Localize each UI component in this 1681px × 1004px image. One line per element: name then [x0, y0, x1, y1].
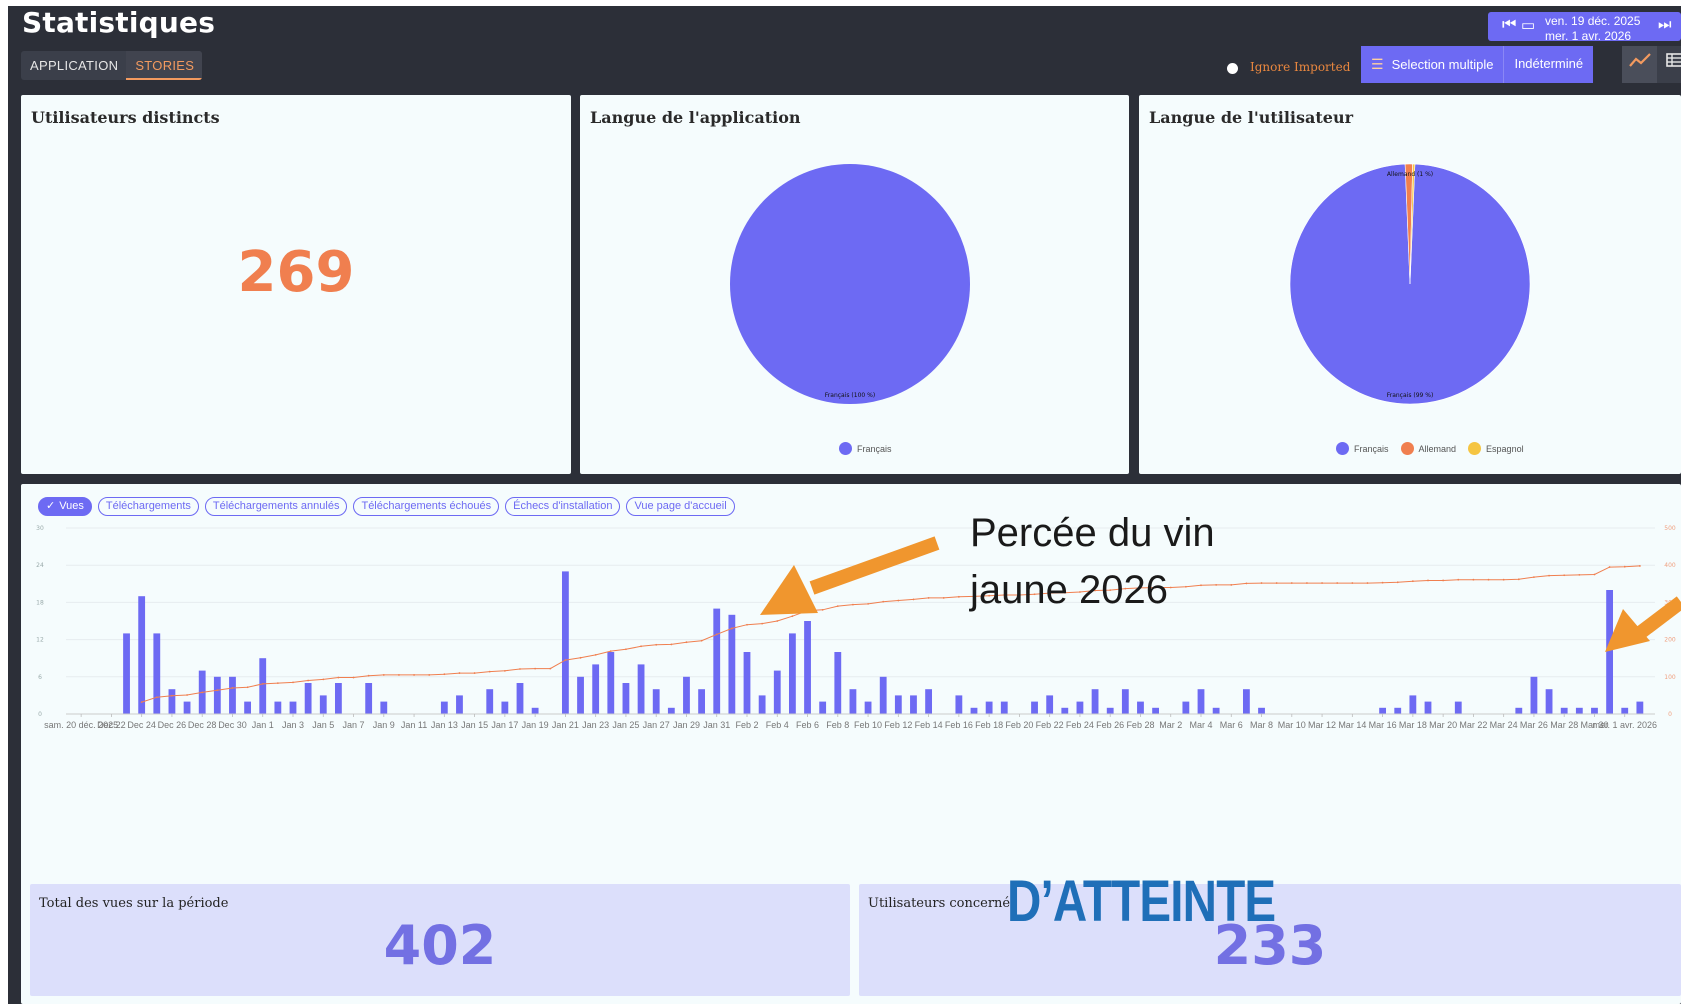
total-views-value: 402 [383, 914, 497, 977]
stat-title: Utilisateurs concernés [868, 896, 1017, 911]
annotation-line-2: jaune 2026 [970, 568, 1168, 612]
stat-title: Total des vues sur la période [39, 896, 229, 911]
overlay-heading: D’ATTEINTE [1007, 869, 1276, 934]
annotation-arrows [760, 536, 1681, 652]
total-views-card: Total des vues sur la période 402 [30, 884, 850, 996]
arrow-shaft [1631, 596, 1681, 642]
annotation-text: Percée du vin jaune 2026 [970, 505, 1215, 619]
arrow-head [760, 565, 818, 615]
annotation-line-1: Percée du vin [970, 511, 1215, 555]
arrow-shaft [809, 536, 940, 595]
